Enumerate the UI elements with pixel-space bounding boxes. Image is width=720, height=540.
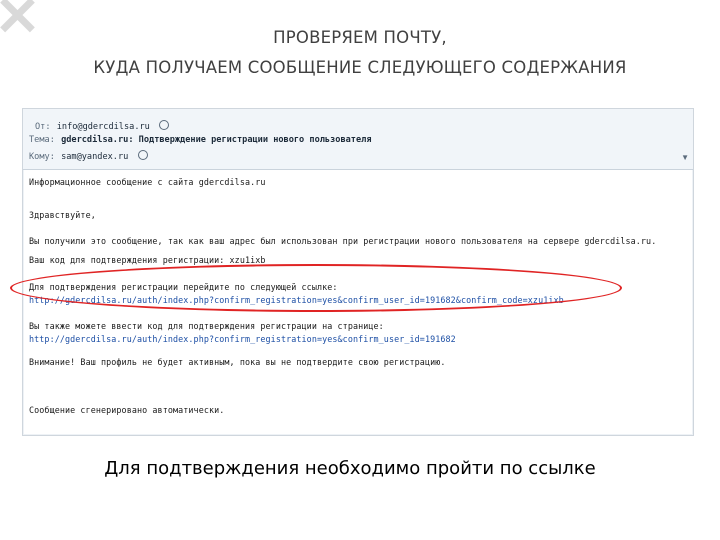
slide-title-line1: ПРОВЕРЯЕМ ПОЧТУ, — [273, 28, 447, 47]
body-line-code: Ваш код для подтверждения регистрации: x… — [29, 255, 266, 265]
email-to-row: Кому: sam@yandex.ru — [29, 150, 148, 162]
from-label: От: — [35, 122, 51, 132]
at-contact-icon[interactable] — [137, 150, 148, 160]
slide-caption: Для подтверждения необходимо пройти по с… — [104, 458, 596, 479]
at-contact-icon[interactable] — [159, 120, 170, 130]
highlight-ellipse — [10, 264, 622, 312]
body-line-auto: Сообщение сгенерировано автоматически. — [29, 405, 225, 415]
email-header: От: info@gdercdilsa.ru Тема: gdercdilsa.… — [23, 109, 693, 170]
to-address[interactable]: sam@yandex.ru — [61, 152, 128, 162]
body-line-alt-intro: Вы также можете ввести код для подтвержд… — [29, 321, 384, 331]
from-address[interactable]: info@gdercdilsa.ru — [57, 122, 150, 132]
email-subject: gdercdilsa.ru: Подтверждение регистрации… — [61, 135, 372, 145]
body-line-reason: Вы получили это сообщение, так как ваш а… — [29, 236, 657, 246]
subject-label: Тема: — [29, 135, 55, 145]
slide-title-line2: КУДА ПОЛУЧАЕМ СООБЩЕНИЕ СЛЕДУЮЩЕГО СОДЕР… — [93, 58, 627, 77]
alt-confirm-link[interactable]: http://gdercdilsa.ru/auth/index.php?conf… — [29, 334, 456, 344]
body-line-warning: Внимание! Ваш профиль не будет активным,… — [29, 357, 446, 367]
email-from-row: От: info@gdercdilsa.ru — [35, 120, 170, 132]
to-label: Кому: — [29, 152, 55, 162]
scroll-down-icon[interactable]: ▼ — [681, 153, 689, 162]
body-line-greeting: Здравствуйте, — [29, 210, 96, 220]
body-line-intro: Информационное сообщение с сайта gdercdi… — [29, 177, 266, 187]
email-subject-row: Тема: gdercdilsa.ru: Подтверждение регис… — [29, 135, 372, 145]
